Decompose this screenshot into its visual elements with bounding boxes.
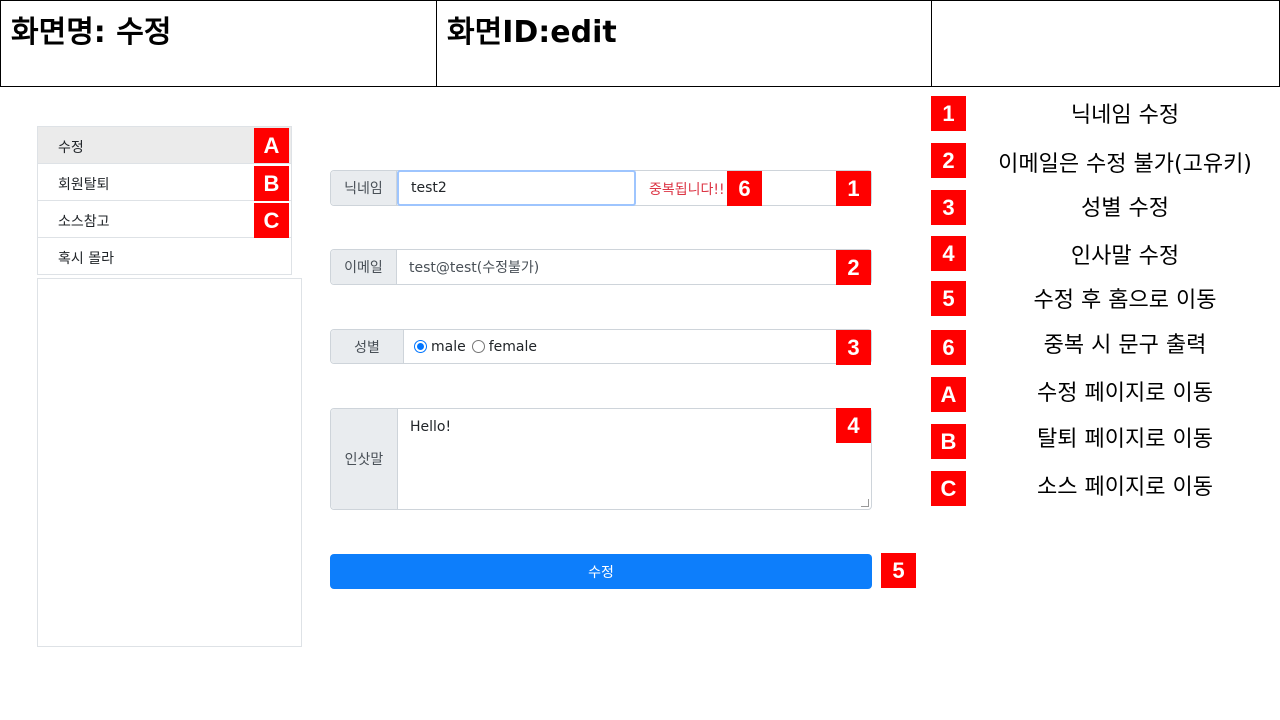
- marker-c: C: [254, 203, 289, 238]
- marker-a: A: [254, 128, 289, 163]
- legend-text-c: 소스 페이지로 이동: [1037, 475, 1213, 500]
- legend-text-5: 수정 후 홈으로 이동: [1033, 288, 1217, 313]
- gender-label: 성별: [331, 330, 404, 363]
- gender-female-label[interactable]: female: [489, 339, 537, 355]
- legend-key-1: 1: [931, 96, 966, 131]
- greeting-textarea[interactable]: Hello!: [398, 409, 871, 509]
- email-label: 이메일: [331, 250, 397, 284]
- header-blank-cell: [932, 1, 1279, 86]
- legend-text-a: 수정 페이지로 이동: [1037, 381, 1213, 406]
- greeting-label: 인삿말: [331, 409, 398, 509]
- gender-options: male female: [404, 330, 543, 363]
- legend-text-4: 인사말 수정: [1070, 244, 1180, 269]
- resize-grip-icon[interactable]: [861, 499, 869, 507]
- legend-key-b: B: [931, 424, 966, 459]
- nickname-label: 닉네임: [331, 171, 397, 205]
- screen-name: 화면명: 수정: [1, 1, 437, 86]
- marker-5: 5: [881, 553, 916, 588]
- legend-key-3: 3: [931, 190, 966, 225]
- legend-key-a: A: [931, 377, 966, 412]
- gender-male-radio[interactable]: [414, 340, 427, 353]
- marker-6: 6: [727, 171, 762, 206]
- sidebar-item-misc[interactable]: 혹시 몰라: [37, 237, 292, 275]
- email-group: 이메일 test@test(수정불가): [330, 249, 872, 285]
- legend-key-5: 5: [931, 281, 966, 316]
- marker-3: 3: [836, 330, 871, 365]
- legend-text-2: 이메일은 수정 불가(고유키): [998, 152, 1252, 177]
- legend-text-6: 중복 시 문구 출력: [1043, 333, 1207, 358]
- legend-key-4: 4: [931, 236, 966, 271]
- marker-4: 4: [836, 408, 871, 443]
- marker-b: B: [254, 166, 289, 201]
- screen-header: 화면명: 수정 화면ID:edit: [0, 0, 1280, 87]
- legend-key-6: 6: [931, 330, 966, 365]
- legend-key-c: C: [931, 471, 966, 506]
- screen-id: 화면ID:edit: [437, 1, 932, 86]
- gender-group: 성별 male female: [330, 329, 872, 364]
- submit-edit-button[interactable]: 수정: [330, 554, 872, 589]
- nickname-input[interactable]: test2: [397, 170, 636, 206]
- nickname-group: 닉네임 test2 중복됩니다!!: [330, 170, 872, 206]
- greeting-group: 인삿말 Hello!: [330, 408, 872, 510]
- marker-2: 2: [836, 250, 871, 285]
- duplicate-error-message: 중복됩니다!!: [649, 182, 725, 198]
- legend-text-1: 닉네임 수정: [1070, 103, 1180, 128]
- sidebar-panel: [37, 278, 302, 647]
- legend-key-2: 2: [931, 143, 966, 178]
- email-field: test@test(수정불가): [409, 260, 540, 276]
- legend-text-3: 성별 수정: [1081, 196, 1169, 221]
- marker-1: 1: [836, 171, 871, 206]
- legend-text-b: 탈퇴 페이지로 이동: [1037, 427, 1213, 452]
- gender-male-label[interactable]: male: [431, 339, 466, 355]
- greeting-value: Hello!: [410, 419, 452, 435]
- gender-female-radio[interactable]: [471, 340, 485, 353]
